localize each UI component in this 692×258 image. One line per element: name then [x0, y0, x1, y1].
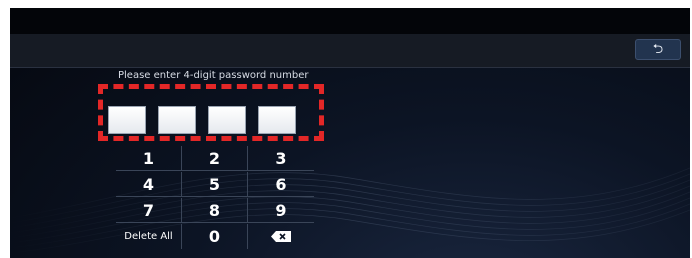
back-button[interactable]: ⮌	[635, 39, 681, 60]
head-unit-screen: ⮌ Please enter 4-digit password number 1	[10, 8, 690, 258]
key-0[interactable]: 0	[182, 224, 248, 249]
key-8[interactable]: 8	[182, 198, 248, 223]
key-2[interactable]: 2	[182, 146, 248, 171]
backspace-button[interactable]	[248, 224, 314, 249]
backspace-icon	[271, 231, 291, 242]
highlight-annotation	[98, 84, 324, 141]
key-3[interactable]: 3	[248, 146, 314, 171]
key-7[interactable]: 7	[116, 198, 182, 223]
status-bar	[10, 8, 690, 34]
key-5[interactable]: 5	[182, 172, 248, 197]
return-arrow-icon: ⮌	[652, 42, 664, 57]
key-9[interactable]: 9	[248, 198, 314, 223]
delete-all-button[interactable]: Delete All	[116, 224, 182, 249]
numeric-keypad: 1 2 3 4 5 6 7 8 9 Delete All 0	[116, 146, 314, 258]
password-prompt: Please enter 4-digit password number	[118, 70, 309, 81]
key-6[interactable]: 6	[248, 172, 314, 197]
key-4[interactable]: 4	[116, 172, 182, 197]
key-1[interactable]: 1	[116, 146, 182, 171]
header-bar	[10, 34, 690, 68]
